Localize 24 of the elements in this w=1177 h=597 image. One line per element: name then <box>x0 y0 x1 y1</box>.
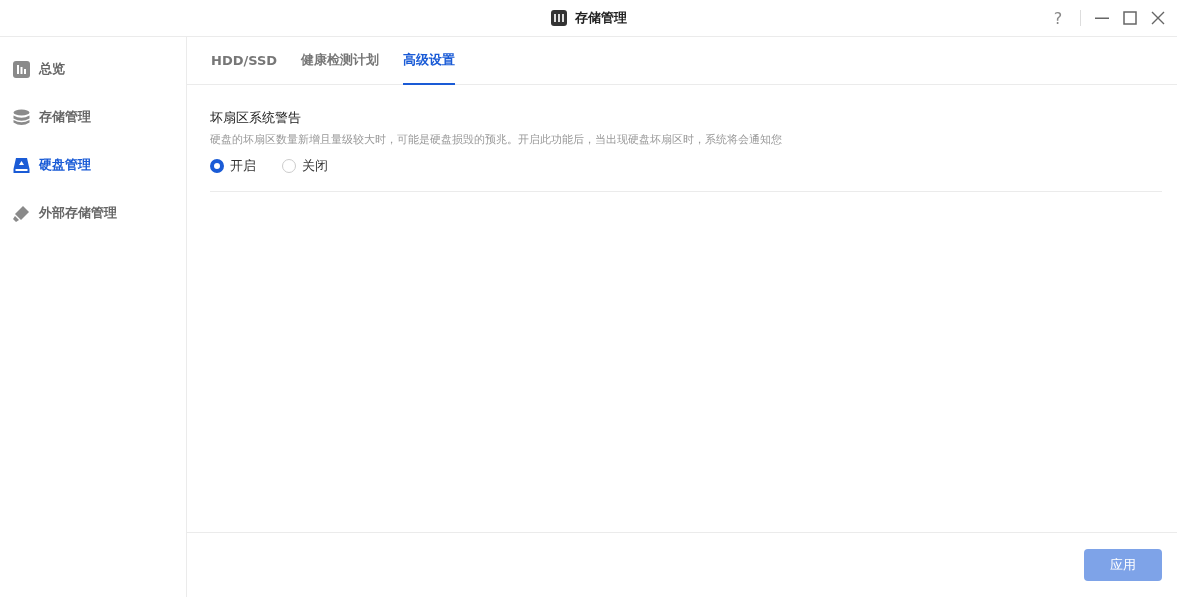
sidebar-item[interactable]: 外部存储管理 <box>0 189 186 237</box>
tab[interactable]: 高级设置 <box>403 37 456 85</box>
chart-icon <box>13 60 30 78</box>
radio-label: 关闭 <box>302 157 328 175</box>
sidebar-label: 硬盘管理 <box>39 156 91 174</box>
sidebar-item[interactable]: 硬盘管理 <box>0 141 186 189</box>
database-icon <box>13 108 30 126</box>
sidebar-item[interactable]: 总览 <box>0 45 186 93</box>
tab[interactable]: 健康检测计划 <box>301 37 380 85</box>
sidebar-item[interactable]: 存储管理 <box>0 93 186 141</box>
sidebar-label: 总览 <box>39 60 65 78</box>
sidebar-label: 外部存储管理 <box>39 204 117 222</box>
close-icon[interactable] <box>1151 11 1165 25</box>
section-title: 坏扇区系统警告 <box>210 109 302 127</box>
window-title: 存储管理 <box>574 9 627 27</box>
maximize-icon[interactable] <box>1123 11 1137 25</box>
app-icon <box>550 10 567 26</box>
sidebar-label: 存储管理 <box>39 108 91 126</box>
radio-button[interactable] <box>210 159 224 173</box>
section-description: 硬盘的坏扇区数量新增且量级较大时，可能是硬盘损毁的预兆。开启此功能后，当出现硬盘坏扇区时，系统将会通知您 <box>210 132 783 147</box>
tab[interactable]: HDD/SSD <box>211 37 278 85</box>
usb-stick-icon <box>13 204 30 222</box>
radio-label: 开启 <box>230 157 256 175</box>
help-button[interactable]: ? <box>1050 8 1066 28</box>
